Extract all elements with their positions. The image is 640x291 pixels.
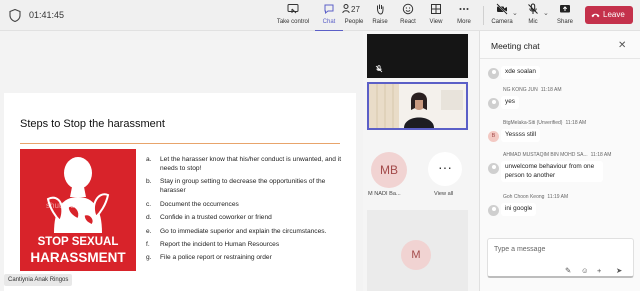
avatar[interactable]: M [401, 240, 431, 270]
presenter-name-tag: Cantiynia Anak Ringos [4, 274, 73, 286]
participant-video-tile[interactable] [367, 34, 468, 78]
take-control-icon [275, 3, 311, 17]
list-item: b. Stay in group setting to decrease the … [146, 178, 326, 195]
people-label: People [344, 19, 364, 25]
message-meta: AHMAD MUSTAQIM BIN MOHD SA... 11:18 AM [503, 152, 612, 158]
avatar [488, 205, 499, 216]
message-text[interactable]: ini google [501, 203, 537, 216]
poster-heading-line2: HARASSMENT [30, 250, 126, 265]
more-button[interactable]: More [446, 3, 482, 29]
list-item: c. Document the occurrences [146, 200, 239, 208]
format-icon[interactable]: ✎ [565, 266, 571, 275]
chat-label: Chat [322, 19, 336, 25]
leave-button[interactable]: Leave [585, 6, 633, 24]
poster-heading-line1: STOP SEXUAL [37, 236, 119, 248]
hang-up-icon [591, 13, 600, 18]
stop-harassment-poster: shutterstock STOP SEXUAL HARASSMENT [20, 149, 136, 271]
more-icon [446, 3, 482, 17]
avatar [488, 163, 499, 174]
avatar [488, 98, 499, 109]
chat-panel-title: Meeting chat [491, 41, 540, 51]
presentation-slide: Steps to Stop the harassment shutterstoc… [4, 93, 356, 291]
leave-label: Leave [603, 10, 625, 19]
header-divider [480, 58, 640, 59]
avatar[interactable]: MB [371, 152, 407, 188]
share-label: Share [556, 19, 573, 25]
slide-title: Steps to Stop the harassment [20, 118, 165, 130]
emoji-icon[interactable]: ☺ [581, 266, 589, 275]
view-all-label: View all [434, 191, 454, 197]
mic-label: Mic [528, 19, 538, 25]
message-meta: Goh Choon Keong 11:19 AM [503, 194, 569, 200]
close-icon[interactable]: ✕ [618, 40, 626, 51]
list-item: e. Go to immediate superior and explain t… [146, 227, 327, 235]
shared-screen-stage: Steps to Stop the harassment shutterstoc… [0, 31, 363, 291]
send-icon[interactable]: ➤ [616, 266, 622, 275]
message-input-placeholder: Type a message [494, 246, 546, 253]
more-label: More [457, 19, 471, 25]
list-item: d. Confide in a trusted coworker or frien… [146, 214, 272, 222]
steps-list: a. Let the harasser know that his/her con… [146, 155, 351, 267]
take-control-label: Take control [276, 19, 310, 25]
participant-name: M NADI Ba... [368, 191, 401, 197]
message-composer[interactable]: Type a message ✎ ☺ + ➤ [487, 238, 634, 278]
people-count: 27 [351, 5, 360, 14]
meeting-chat-panel: Meeting chat ✕ xde soalan NG KONG JUN 11:… [479, 31, 640, 291]
message-meta: NG KONG JUN 11:18 AM [503, 87, 562, 93]
camera-label: Camera [491, 19, 513, 25]
share-icon [547, 3, 583, 17]
message-text[interactable]: yes [501, 96, 519, 109]
message-text[interactable]: xde soalan [501, 66, 540, 79]
share-button[interactable]: Share [547, 3, 583, 29]
avatar [488, 68, 499, 79]
list-item: g. File a police report or restraining or… [146, 254, 272, 262]
react-label: React [400, 19, 416, 25]
message-text[interactable]: unwelcome behaviour from one person to a… [501, 161, 603, 182]
take-control-button[interactable]: Take control [275, 3, 311, 29]
attach-icon[interactable]: + [597, 266, 601, 275]
view-label: View [429, 19, 443, 25]
speaker-video-image [369, 84, 466, 128]
avatar: B [488, 131, 499, 142]
shield-icon [9, 9, 21, 22]
mic-muted-icon [375, 65, 383, 73]
speaker-video-tile[interactable] [367, 82, 468, 130]
message-text[interactable]: Yessss still [501, 129, 541, 142]
meeting-timer: 01:41:45 [29, 10, 65, 20]
raise-label: Raise [372, 19, 388, 25]
more-icon: ··· [438, 159, 452, 175]
message-meta: BtgMelaka-Siti (Unverified) 11:18 AM [503, 120, 587, 126]
list-item: a. Let the harasser know that his/her con… [146, 156, 342, 172]
list-item: f. Report the incident to Human Resources [146, 240, 280, 248]
slide-divider [20, 143, 340, 144]
view-all-button[interactable]: ··· [428, 152, 462, 186]
watermark-text: shutterstock [46, 201, 90, 210]
meeting-toolbar: 01:41:45 Take control Chat 27 People Rai… [0, 0, 640, 32]
